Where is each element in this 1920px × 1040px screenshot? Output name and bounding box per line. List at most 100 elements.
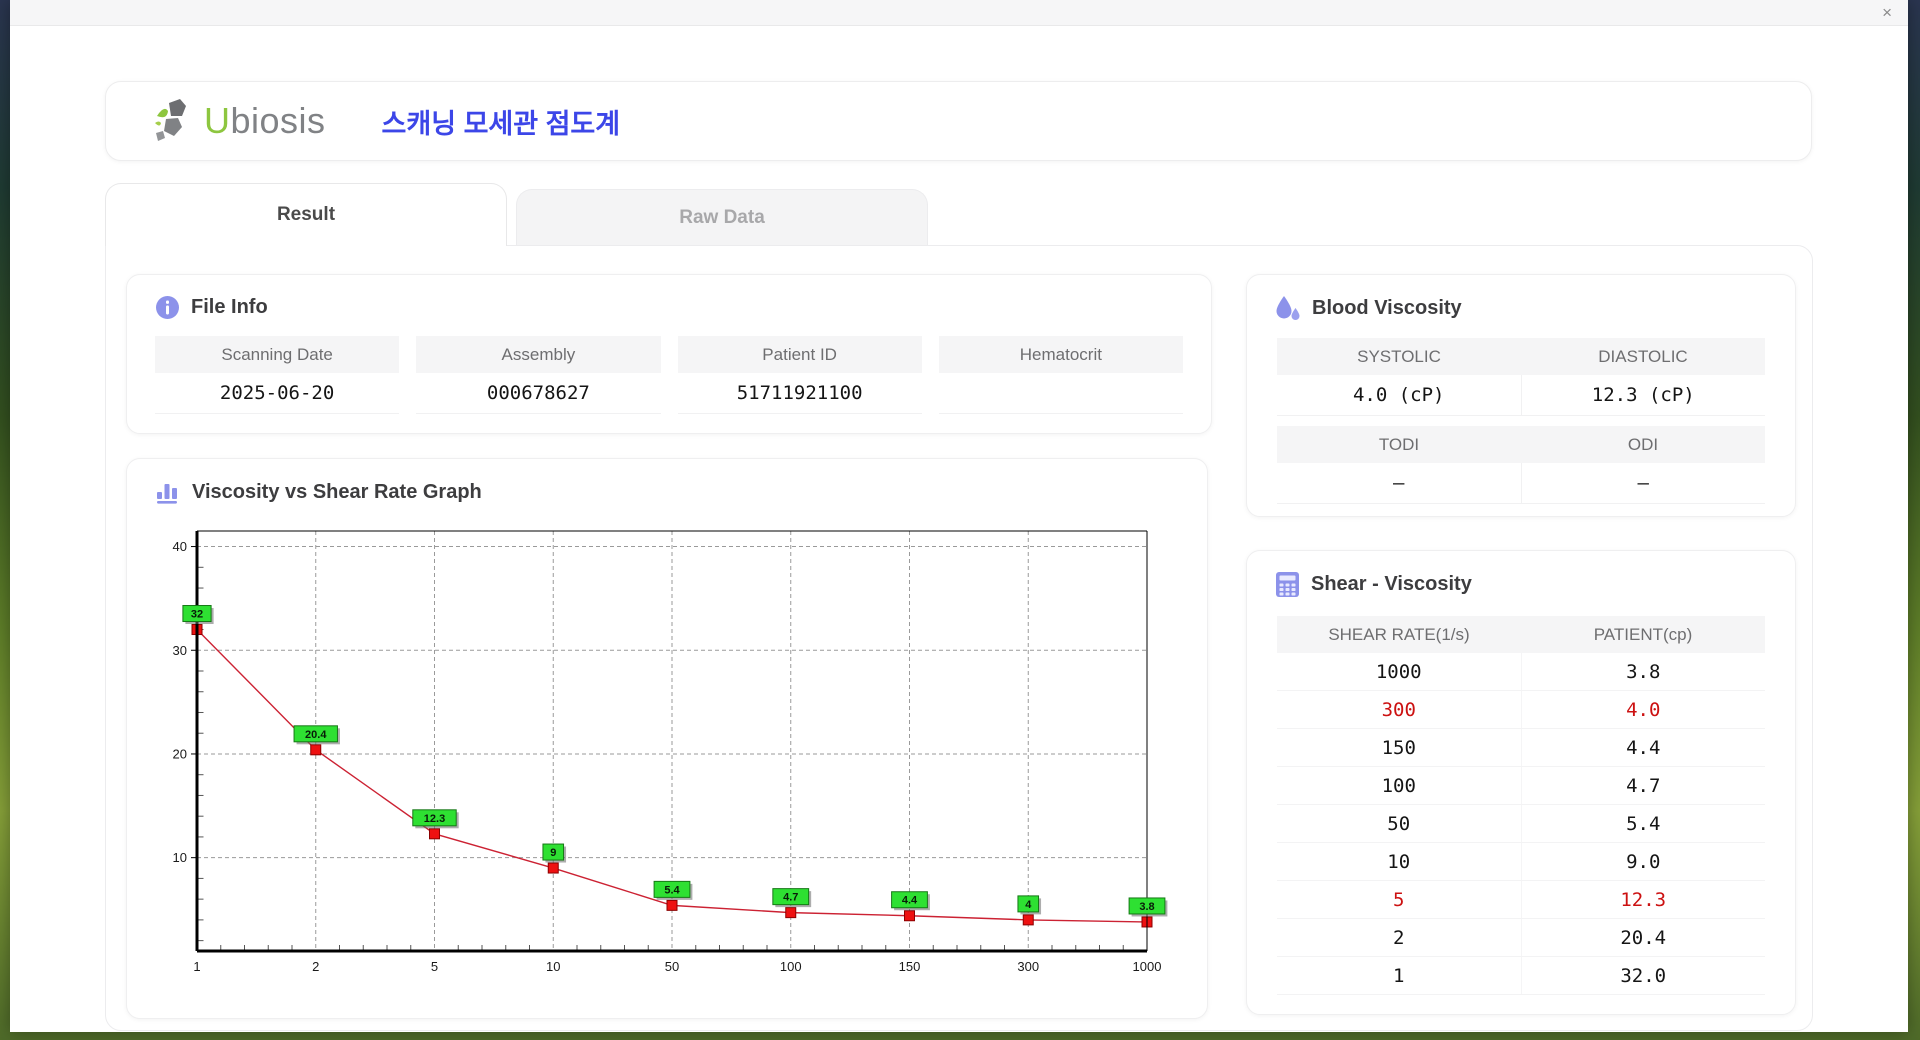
bar-chart-icon bbox=[157, 484, 177, 504]
close-icon[interactable]: × bbox=[1882, 2, 1892, 24]
tab-raw-data[interactable]: Raw Data bbox=[516, 189, 928, 246]
svg-text:50: 50 bbox=[665, 959, 679, 974]
blood-viscosity-title: Blood Viscosity bbox=[1312, 297, 1462, 319]
table-row: 2 20.4 bbox=[1277, 919, 1765, 957]
column-header: SYSTOLIC bbox=[1277, 338, 1521, 375]
blood-viscosity-table: SYSTOLIC DIASTOLIC 4.0 (cP) 12.3 (cP) TODI OD… bbox=[1277, 338, 1765, 504]
table-row: 1000 3.8 bbox=[1277, 653, 1765, 691]
svg-text:2: 2 bbox=[312, 959, 319, 974]
table-row: 100 4.7 bbox=[1277, 767, 1765, 805]
svg-text:20.4: 20.4 bbox=[305, 729, 327, 741]
header-card: Ubiosis 스캐닝 모세관 점도계 bbox=[105, 81, 1812, 161]
cell-value: – bbox=[1520, 463, 1765, 504]
ubiosis-logo: Ubiosis bbox=[152, 97, 326, 145]
column-header: DIASTOLIC bbox=[1521, 338, 1765, 375]
svg-text:300: 300 bbox=[1017, 959, 1039, 974]
patient-cell: 9.0 bbox=[1520, 843, 1766, 880]
column-header: PATIENT(cp) bbox=[1521, 616, 1765, 653]
shear-rate-cell: 300 bbox=[1381, 698, 1416, 721]
page-title: 스캐닝 모세관 점도계 bbox=[381, 108, 621, 139]
tab-result[interactable]: Result bbox=[105, 183, 507, 246]
svg-text:4.7: 4.7 bbox=[783, 892, 798, 904]
file-info-fields: Scanning Date 2025-06-20 Assembly 000678627… bbox=[155, 336, 1183, 414]
shear-rate-cell: 100 bbox=[1381, 774, 1416, 797]
result-panel: File Info Scanning Date 2025-06-20 Assembl… bbox=[105, 245, 1813, 1031]
shear-rate-cell: 1000 bbox=[1375, 660, 1422, 683]
patient-cell: 5.4 bbox=[1520, 805, 1766, 842]
table-row: 50 5.4 bbox=[1277, 805, 1765, 843]
shear-viscosity-title-row: Shear - Viscosity bbox=[1275, 571, 1795, 598]
field-label: Assembly bbox=[416, 336, 661, 373]
blood-viscosity-title-row: Blood Viscosity bbox=[1275, 295, 1795, 322]
patient-cell: 4.0 bbox=[1520, 691, 1766, 728]
svg-text:32: 32 bbox=[191, 609, 203, 621]
shear-rate-cell: 150 bbox=[1381, 736, 1416, 759]
svg-text:1000: 1000 bbox=[1133, 959, 1162, 974]
table-header-row: SHEAR RATE(1/s) PATIENT(cp) bbox=[1277, 616, 1765, 653]
shear-rate-cell: 2 bbox=[1393, 926, 1405, 949]
file-info-field: Scanning Date 2025-06-20 bbox=[155, 336, 400, 414]
column-header: ODI bbox=[1521, 426, 1765, 463]
field-value: 51711921100 bbox=[677, 373, 922, 414]
svg-text:30: 30 bbox=[173, 643, 187, 658]
table-row: 5 12.3 bbox=[1277, 881, 1765, 919]
svg-text:100: 100 bbox=[780, 959, 802, 974]
field-label: Hematocrit bbox=[938, 336, 1183, 373]
calculator-icon bbox=[1276, 572, 1299, 597]
patient-cell: 4.4 bbox=[1520, 729, 1766, 766]
cell-value: 12.3 (cP) bbox=[1520, 375, 1765, 416]
file-info-card: File Info Scanning Date 2025-06-20 Assembl… bbox=[126, 274, 1212, 434]
column-header: TODI bbox=[1277, 426, 1521, 463]
shear-viscosity-table: SHEAR RATE(1/s) PATIENT(cp) 1000 3.8 300 4.0 1… bbox=[1277, 616, 1765, 995]
viscosity-chart-svg: 10 20 30 40 1 2 5 10 50 100 150 300 1000 32 20.4 12.3 9 5… bbox=[173, 530, 1168, 974]
field-value: 2025-06-20 bbox=[155, 373, 400, 414]
graph-title: Viscosity vs Shear Rate Graph bbox=[192, 480, 482, 503]
svg-text:20: 20 bbox=[173, 746, 187, 761]
window-content: Ubiosis 스캐닝 모세관 점도계 Result Raw Data File… bbox=[10, 27, 1908, 1032]
svg-text:5: 5 bbox=[431, 959, 438, 974]
table-header-row: TODI ODI bbox=[1277, 426, 1765, 463]
svg-text:40: 40 bbox=[173, 539, 187, 554]
shear-rate-cell: 1 bbox=[1393, 964, 1405, 987]
logo-text: Ubiosis bbox=[204, 100, 326, 141]
patient-cell: 4.7 bbox=[1520, 767, 1766, 804]
file-info-field: Patient ID 51711921100 bbox=[677, 336, 922, 414]
droplets-icon bbox=[1276, 296, 1300, 320]
patient-cell: 32.0 bbox=[1520, 957, 1766, 994]
svg-text:4: 4 bbox=[1025, 899, 1032, 911]
ubiosis-logo-icon bbox=[155, 99, 186, 141]
column-header: SHEAR RATE(1/s) bbox=[1277, 616, 1521, 653]
table-row: 1 32.0 bbox=[1277, 957, 1765, 995]
svg-text:12.3: 12.3 bbox=[424, 813, 445, 825]
blood-viscosity-card: Blood Viscosity SYSTOLIC DIASTOLIC 4.0 (cP… bbox=[1246, 274, 1796, 517]
graph-title-row: Viscosity vs Shear Rate Graph bbox=[155, 479, 1207, 505]
table-section-gap bbox=[1277, 416, 1765, 426]
viscosity-chart: 10 20 30 40 1 2 5 10 50 100 150 300 1000 32 20.4 12.3 9 5… bbox=[151, 517, 1185, 1011]
shear-viscosity-title: Shear - Viscosity bbox=[1311, 573, 1472, 595]
field-label: Scanning Date bbox=[155, 336, 400, 373]
file-info-title: File Info bbox=[191, 296, 268, 318]
file-info-title-row: File Info bbox=[155, 295, 1211, 320]
patient-cell: 3.8 bbox=[1520, 653, 1766, 690]
svg-text:10: 10 bbox=[173, 850, 187, 865]
svg-text:10: 10 bbox=[546, 959, 560, 974]
field-label: Patient ID bbox=[677, 336, 922, 373]
svg-text:1: 1 bbox=[193, 959, 200, 974]
table-row: 4.0 (cP) 12.3 (cP) bbox=[1277, 375, 1765, 416]
file-info-field: Hematocrit bbox=[938, 336, 1183, 414]
svg-text:4.4: 4.4 bbox=[902, 895, 918, 907]
graph-card: Viscosity vs Shear Rate Graph 10 20 30 40 1 2… bbox=[126, 458, 1208, 1019]
patient-cell: 12.3 bbox=[1520, 881, 1766, 918]
shear-rate-cell: 5 bbox=[1393, 888, 1405, 911]
cell-value: 4.0 (cP) bbox=[1277, 375, 1521, 416]
table-row: – – bbox=[1277, 463, 1765, 504]
info-icon bbox=[156, 296, 179, 319]
shear-rate-cell: 10 bbox=[1387, 850, 1411, 873]
app-window: × Ubiosis 스캐닝 모세관 점도계 Result Raw Data Fi… bbox=[10, 0, 1908, 1032]
file-info-field: Assembly 000678627 bbox=[416, 336, 661, 414]
field-value: 000678627 bbox=[416, 373, 661, 414]
shear-viscosity-card: Shear - Viscosity SHEAR RATE(1/s) PATIENT… bbox=[1246, 550, 1796, 1015]
patient-cell: 20.4 bbox=[1520, 919, 1766, 956]
table-row: 10 9.0 bbox=[1277, 843, 1765, 881]
window-titlebar: × bbox=[10, 0, 1908, 26]
